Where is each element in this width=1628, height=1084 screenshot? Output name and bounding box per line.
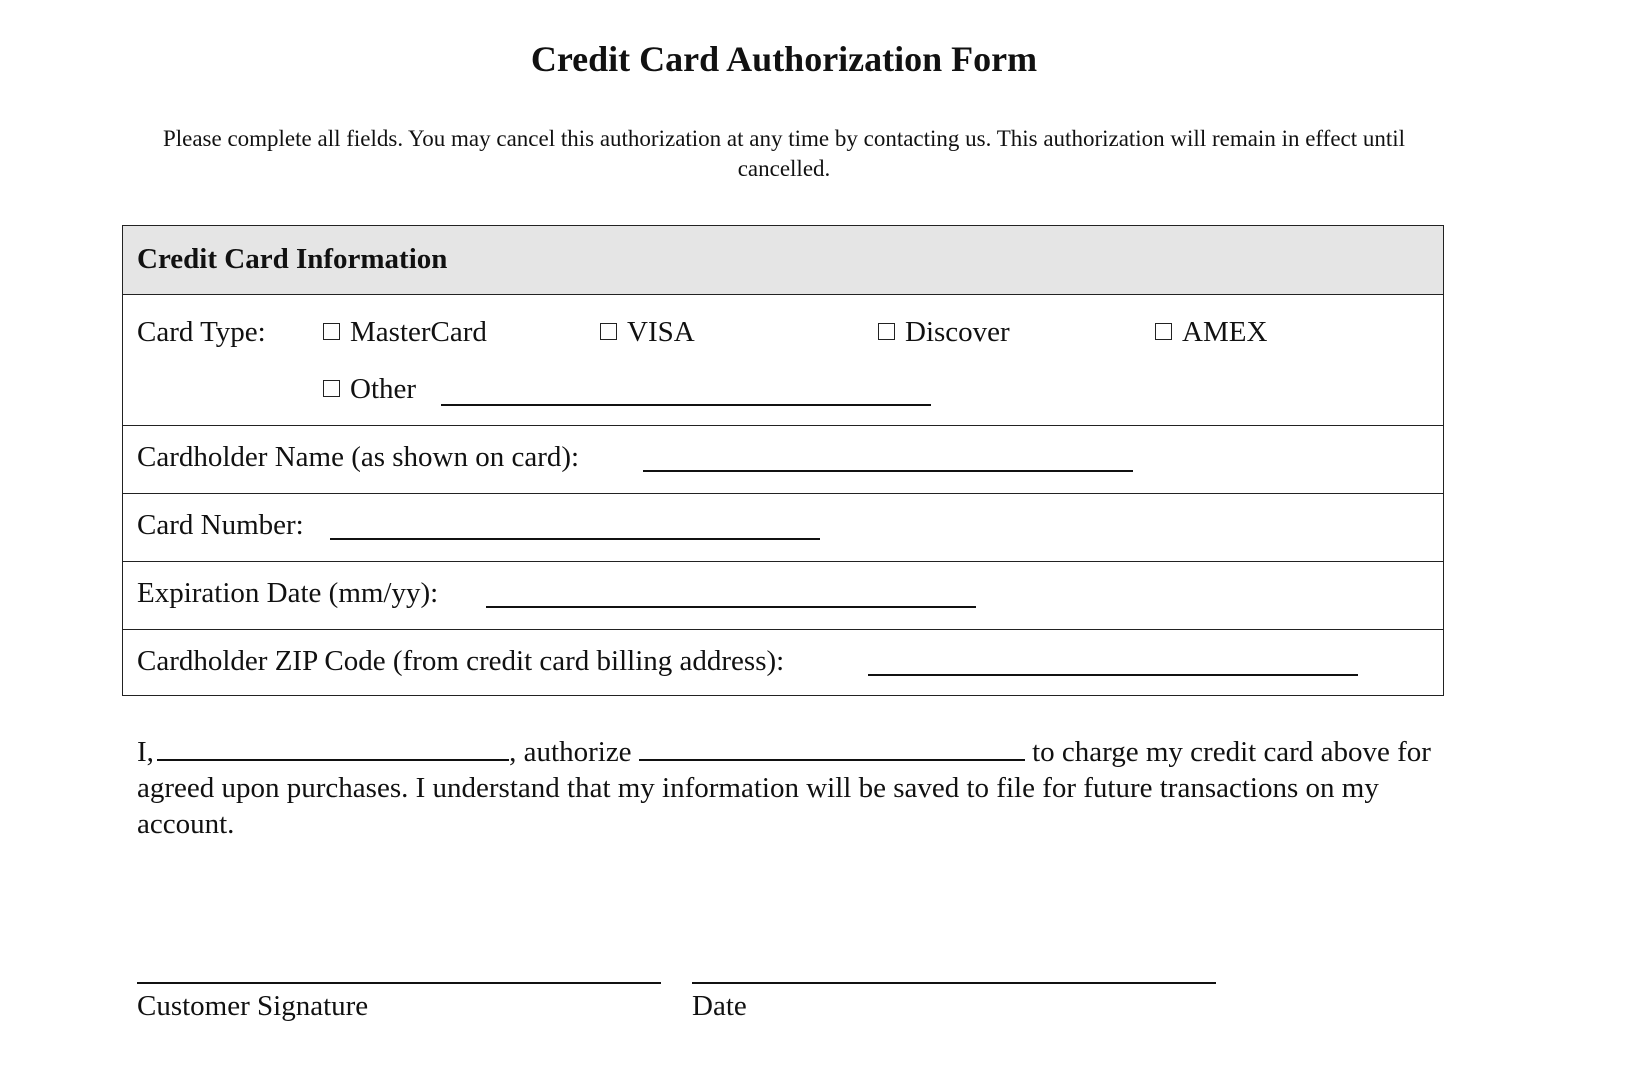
option-visa[interactable]: VISA (600, 316, 695, 349)
option-discover[interactable]: Discover (878, 316, 1010, 349)
card-type-label: Card Type: (137, 316, 266, 348)
merchant-name-field[interactable] (638, 737, 1025, 761)
cardholder-name-label: Cardholder Name (as shown on card): (137, 441, 580, 473)
signature-field[interactable] (137, 982, 661, 984)
authorizer-name-field[interactable] (157, 737, 510, 761)
checkbox-icon[interactable] (1155, 323, 1172, 340)
card-type-row: Card Type: MasterCard VISA Discover AMEX… (123, 294, 1443, 426)
checkbox-icon[interactable] (323, 380, 340, 397)
option-mastercard[interactable]: MasterCard (323, 316, 487, 349)
checkbox-icon[interactable] (600, 323, 617, 340)
cardholder-name-field[interactable] (643, 470, 1133, 472)
zip-code-field[interactable] (868, 674, 1358, 676)
expiration-date-field[interactable] (486, 606, 976, 608)
card-number-label: Card Number: (137, 509, 304, 541)
signature-label: Customer Signature (137, 990, 369, 1022)
zip-code-row: Cardholder ZIP Code (from credit card bi… (123, 629, 1443, 695)
option-other[interactable]: Other (323, 373, 416, 406)
date-label: Date (692, 990, 747, 1022)
section-header: Credit Card Information (123, 226, 1443, 295)
date-field[interactable] (692, 982, 1216, 984)
expiration-date-label: Expiration Date (mm/yy): (137, 577, 439, 609)
authorization-statement: I, , authorize to charge my credit card … (137, 736, 1431, 840)
card-number-field[interactable] (330, 538, 820, 540)
form-title: Credit Card Authorization Form (530, 39, 1038, 79)
checkbox-icon[interactable] (323, 323, 340, 340)
expiration-date-row: Expiration Date (mm/yy): (123, 561, 1443, 630)
credit-card-info-table: Credit Card Information Card Type: Maste… (122, 225, 1444, 696)
other-card-type-field[interactable] (441, 404, 931, 406)
form-instructions: Please complete all fields. You may canc… (162, 126, 1406, 181)
section-heading: Credit Card Information (137, 243, 448, 275)
checkbox-icon[interactable] (878, 323, 895, 340)
card-number-row: Card Number: (123, 493, 1443, 562)
cardholder-name-row: Cardholder Name (as shown on card): (123, 425, 1443, 494)
zip-code-label: Cardholder ZIP Code (from credit card bi… (137, 645, 785, 677)
option-amex[interactable]: AMEX (1155, 316, 1267, 349)
